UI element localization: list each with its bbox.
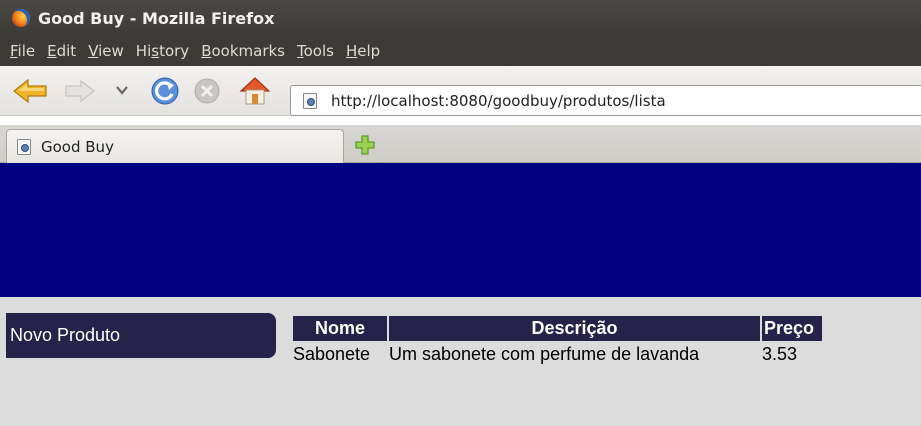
reload-icon[interactable] [150, 76, 180, 106]
menu-history[interactable]: History [130, 42, 195, 60]
menu-bar: File Edit View History Bookmarks Tools H… [0, 36, 921, 66]
forward-icon[interactable] [64, 79, 96, 103]
menu-file[interactable]: File [4, 42, 41, 60]
tab-label: Good Buy [41, 137, 114, 156]
title-bar: Good Buy - Mozilla Firefox [0, 0, 921, 36]
header-banner [0, 163, 921, 297]
tab-good-buy[interactable]: Good Buy [6, 129, 344, 163]
cell-nome: Sabonete [293, 343, 371, 364]
back-icon[interactable] [12, 79, 48, 103]
tab-strip: Good Buy [0, 125, 921, 163]
menu-tools[interactable]: Tools [291, 42, 340, 60]
new-tab-icon[interactable] [354, 134, 376, 156]
firefox-logo-icon [12, 9, 30, 27]
menu-help[interactable]: Help [340, 42, 386, 60]
url-text[interactable]: http://localhost:8080/goodbuy/produtos/l… [331, 92, 666, 110]
tab-page-icon [17, 138, 31, 155]
cell-preco: 3.53 [762, 343, 798, 364]
history-dropdown-icon[interactable] [114, 82, 130, 98]
window-title: Good Buy - Mozilla Firefox [38, 8, 275, 28]
page-icon [303, 92, 317, 109]
products-table: Nome Descrição Preço Sabonete Um sabonet… [291, 316, 824, 367]
home-icon[interactable] [238, 75, 272, 107]
column-header-nome: Nome [293, 316, 387, 341]
table-row: Sabonete Um sabonete com perfume de lava… [293, 341, 822, 367]
stop-icon[interactable] [193, 77, 221, 105]
cell-descricao: Um sabonete com perfume de lavanda [389, 343, 700, 364]
menu-bookmarks[interactable]: Bookmarks [195, 42, 291, 60]
menu-view[interactable]: View [82, 42, 130, 60]
page-content: Novo Produto Nome Descrição Preço Sabone… [0, 163, 921, 426]
browser-window: Good Buy - Mozilla Firefox File Edit Vie… [0, 0, 921, 426]
column-header-descricao: Descrição [389, 316, 760, 341]
novo-produto-link[interactable]: Novo Produto [6, 313, 276, 358]
table-header-row: Nome Descrição Preço [293, 316, 822, 341]
column-header-preco: Preço [762, 316, 822, 341]
url-bar[interactable]: http://localhost:8080/goodbuy/produtos/l… [290, 85, 921, 116]
menu-edit[interactable]: Edit [41, 42, 82, 60]
